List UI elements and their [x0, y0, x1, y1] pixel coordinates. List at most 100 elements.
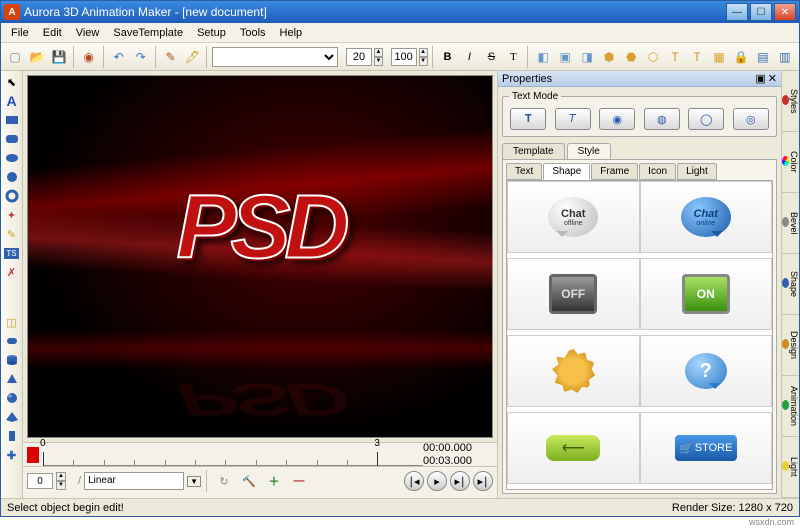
- tube-tool[interactable]: [3, 427, 21, 445]
- new-button[interactable]: ▢: [5, 46, 25, 68]
- viewport[interactable]: PSD PSD: [27, 75, 493, 438]
- tool-a[interactable]: ◧: [533, 46, 553, 68]
- plus-tool[interactable]: ✚: [3, 446, 21, 464]
- menu-setup[interactable]: Setup: [191, 25, 232, 41]
- tab-frame[interactable]: Frame: [591, 163, 638, 180]
- spin-2[interactable]: ▲▼: [419, 48, 428, 66]
- ring-tool[interactable]: [3, 187, 21, 205]
- timeline-playhead[interactable]: [27, 447, 39, 463]
- sidetab-animation[interactable]: Animation: [782, 376, 799, 437]
- easing-combo[interactable]: Linear: [84, 472, 184, 490]
- tab-style[interactable]: Style: [567, 143, 611, 159]
- sidetab-bevel[interactable]: Bevel: [782, 193, 799, 254]
- menu-file[interactable]: File: [5, 25, 35, 41]
- font-combo[interactable]: [212, 47, 338, 67]
- tab-shape[interactable]: Shape: [543, 163, 590, 180]
- menu-savetemplate[interactable]: SaveTemplate: [107, 25, 189, 41]
- add-button[interactable]: ＋: [263, 470, 285, 492]
- pen-button[interactable]: 🖊: [183, 46, 203, 68]
- undock-button[interactable]: ▣: [755, 72, 765, 85]
- tool-e[interactable]: ⬣: [621, 46, 641, 68]
- menu-help[interactable]: Help: [274, 25, 309, 41]
- menu-view[interactable]: View: [70, 25, 106, 41]
- shape-chat-online[interactable]: Chat online: [640, 181, 773, 253]
- tab-light[interactable]: Light: [677, 163, 717, 180]
- minimize-button[interactable]: —: [726, 3, 748, 21]
- sphere-tool[interactable]: [3, 389, 21, 407]
- shape-store[interactable]: 🛒 STORE: [640, 412, 773, 484]
- sidetab-color[interactable]: Color: [782, 132, 799, 193]
- sidetab-light[interactable]: Light: [782, 437, 799, 498]
- frame-spinner[interactable]: ▲▼: [56, 472, 66, 490]
- pen-tool[interactable]: ✎: [3, 225, 21, 243]
- circle-tool[interactable]: [3, 168, 21, 186]
- tool-j[interactable]: 🔒: [731, 46, 751, 68]
- sidetab-shape[interactable]: Shape: [782, 254, 799, 315]
- maximize-button[interactable]: ☐: [750, 3, 772, 21]
- tool-i[interactable]: ▦: [709, 46, 729, 68]
- text-tool[interactable]: A: [3, 92, 21, 110]
- textmode-btn-2[interactable]: 𝑇: [555, 108, 591, 130]
- remove-button[interactable]: —: [288, 470, 310, 492]
- tool-c[interactable]: ◨: [577, 46, 597, 68]
- tool-k[interactable]: ▤: [753, 46, 773, 68]
- textmode-btn-1[interactable]: 𝐓: [510, 108, 546, 130]
- tab-icon[interactable]: Icon: [639, 163, 676, 180]
- sidetab-design[interactable]: Design: [782, 315, 799, 376]
- shape-help[interactable]: ?: [640, 335, 773, 407]
- textmode-btn-3[interactable]: ◉: [599, 108, 635, 130]
- cylinder-tool[interactable]: [3, 351, 21, 369]
- loop-button[interactable]: ↻: [213, 470, 235, 492]
- shape-chat-offline[interactable]: Chat offline: [507, 181, 640, 253]
- cube-tool[interactable]: ◫: [3, 313, 21, 331]
- textmode-btn-6[interactable]: ◎: [733, 108, 769, 130]
- cone-tool[interactable]: [3, 370, 21, 388]
- sidetab-styles[interactable]: Styles: [782, 71, 799, 132]
- wand-tool[interactable]: ✦: [3, 206, 21, 224]
- tab-text[interactable]: Text: [506, 163, 542, 180]
- italic-button[interactable]: I: [459, 46, 479, 68]
- ellipse-tool[interactable]: [3, 149, 21, 167]
- save-button[interactable]: 💾: [49, 46, 69, 68]
- tool-g[interactable]: T: [665, 46, 685, 68]
- shape-on-button[interactable]: ON: [640, 258, 773, 330]
- undo-button[interactable]: ↶: [109, 46, 129, 68]
- tool-l[interactable]: ▥: [775, 46, 795, 68]
- tool-h[interactable]: T: [687, 46, 707, 68]
- textmode-btn-5[interactable]: ◯: [688, 108, 724, 130]
- key-add-button[interactable]: 🔨: [238, 470, 260, 492]
- shape-arrow[interactable]: ⟵: [507, 412, 640, 484]
- timeline-ruler[interactable]: 0 3 00:00.000 00:03.000: [23, 443, 497, 467]
- shape-off-button[interactable]: OFF: [507, 258, 640, 330]
- frame-input[interactable]: [27, 473, 53, 489]
- open-button[interactable]: 📂: [27, 46, 47, 68]
- path-tool[interactable]: ✗: [3, 263, 21, 281]
- tool-b[interactable]: ▣: [555, 46, 575, 68]
- tool-d[interactable]: ⬢: [599, 46, 619, 68]
- tool-f[interactable]: ⬡: [643, 46, 663, 68]
- export-button[interactable]: ◉: [79, 46, 99, 68]
- close-button[interactable]: ✕: [774, 3, 796, 21]
- tab-template[interactable]: Template: [502, 143, 565, 159]
- spin-1[interactable]: ▲▼: [374, 48, 383, 66]
- roundrect-tool[interactable]: [3, 130, 21, 148]
- strike-button[interactable]: S: [481, 46, 501, 68]
- textblock-tool[interactable]: TS: [3, 244, 21, 262]
- menu-tools[interactable]: Tools: [234, 25, 272, 41]
- textfx-button[interactable]: T: [503, 46, 523, 68]
- redo-button[interactable]: ↷: [131, 46, 151, 68]
- goto-start-button[interactable]: ∣◂: [404, 471, 424, 491]
- play-button[interactable]: ▸: [427, 471, 447, 491]
- font-size-1[interactable]: [346, 48, 372, 66]
- menu-edit[interactable]: Edit: [37, 25, 68, 41]
- close-panel-button[interactable]: ✕: [768, 72, 777, 85]
- step-button[interactable]: ▸∣: [450, 471, 470, 491]
- capsule-tool[interactable]: [3, 332, 21, 350]
- textmode-btn-4[interactable]: ◍: [644, 108, 680, 130]
- dropdown-icon[interactable]: ▼: [187, 476, 201, 487]
- pyramid-tool[interactable]: [3, 408, 21, 426]
- font-size-2[interactable]: [391, 48, 417, 66]
- goto-end-button[interactable]: ▸∣: [473, 471, 493, 491]
- shape-seal[interactable]: [507, 335, 640, 407]
- rect-tool[interactable]: [3, 111, 21, 129]
